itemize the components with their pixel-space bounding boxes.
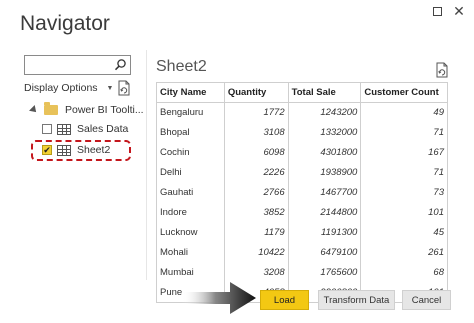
table-row: Lucknow 1179 1191300 45 bbox=[156, 222, 448, 243]
table-cell: 1179 bbox=[223, 222, 289, 243]
table-cell: 1191300 bbox=[287, 222, 362, 243]
table-row: Bhopal 3108 1332000 71 bbox=[156, 122, 448, 143]
table-row: Delhi 2226 1938900 71 bbox=[156, 162, 448, 183]
refresh-icon[interactable] bbox=[435, 62, 449, 78]
table-cell: 1938900 bbox=[287, 162, 362, 183]
load-button[interactable]: Load bbox=[260, 290, 309, 310]
tree-item-sales-data[interactable]: Sales Data bbox=[42, 123, 128, 135]
preview-table: City Name Quantity Total Sale Customer C… bbox=[156, 82, 448, 303]
table-cell: 2144800 bbox=[287, 202, 362, 223]
folder-icon bbox=[44, 102, 58, 115]
table-cell: 1243200 bbox=[287, 102, 362, 123]
table-cell: 71 bbox=[360, 122, 448, 143]
close-button[interactable]: ✕ bbox=[450, 3, 468, 19]
table-cell: 101 bbox=[360, 202, 448, 223]
sheet-icon bbox=[57, 123, 71, 135]
maximize-button[interactable] bbox=[428, 3, 446, 19]
search-input[interactable] bbox=[24, 55, 131, 75]
sales-data-checkbox[interactable] bbox=[42, 124, 52, 134]
table-cell: 2766 bbox=[223, 182, 289, 203]
table-row: Indore 3852 2144800 101 bbox=[156, 202, 448, 223]
expand-triangle-icon[interactable] bbox=[29, 105, 39, 115]
table-cell: 45 bbox=[360, 222, 448, 243]
table-cell: Cochin bbox=[156, 142, 225, 163]
table-row: Cochin 6098 4301800 167 bbox=[156, 142, 448, 163]
column-header: Customer Count bbox=[360, 82, 448, 103]
table-cell: 167 bbox=[360, 142, 448, 163]
column-header: City Name bbox=[156, 82, 225, 103]
column-header: Total Sale bbox=[287, 82, 362, 103]
cancel-button[interactable]: Cancel bbox=[402, 290, 451, 310]
selection-highlight bbox=[31, 140, 131, 161]
table-cell: 1332000 bbox=[287, 122, 362, 143]
table-cell: 10422 bbox=[223, 242, 289, 263]
table-cell: Bhopal bbox=[156, 122, 225, 143]
table-cell: 4301800 bbox=[287, 142, 362, 163]
table-cell: 6479100 bbox=[287, 242, 362, 263]
display-options-label: Display Options bbox=[24, 82, 98, 94]
table-cell: 3108 bbox=[223, 122, 289, 143]
table-cell: 3852 bbox=[223, 202, 289, 223]
table-row: Bengaluru 1772 1243200 49 bbox=[156, 102, 448, 123]
table-cell: 1765600 bbox=[287, 262, 362, 283]
table-cell: 68 bbox=[360, 262, 448, 283]
table-cell: Gauhati bbox=[156, 182, 225, 203]
search-icon[interactable] bbox=[113, 58, 127, 72]
tree-item-label: Sales Data bbox=[77, 123, 129, 135]
refresh-icon[interactable] bbox=[117, 80, 131, 96]
chevron-down-icon: ▼ bbox=[106, 84, 114, 92]
table-cell: Bengaluru bbox=[156, 102, 225, 123]
display-options-dropdown[interactable]: Display Options ▼ bbox=[24, 82, 113, 94]
preview-title: Sheet2 bbox=[156, 58, 207, 75]
table-cell: 261 bbox=[360, 242, 448, 263]
table-cell: 6098 bbox=[223, 142, 289, 163]
table-cell: Delhi bbox=[156, 162, 225, 183]
table-cell: 2226 bbox=[223, 162, 289, 183]
window-title: Navigator bbox=[20, 12, 110, 35]
transform-data-button[interactable]: Transform Data bbox=[318, 290, 395, 310]
table-cell: 1772 bbox=[223, 102, 289, 123]
table-row: Mohali 10422 6479100 261 bbox=[156, 242, 448, 263]
table-cell: Mohali bbox=[156, 242, 225, 263]
tree-folder[interactable]: Power BI Toolti... bbox=[29, 102, 144, 116]
tree-folder-label: Power BI Toolti... bbox=[65, 104, 144, 116]
table-cell: Lucknow bbox=[156, 222, 225, 243]
table-header-row: City Name Quantity Total Sale Customer C… bbox=[156, 82, 448, 103]
table-row: Gauhati 2766 1467700 73 bbox=[156, 182, 448, 203]
table-cell: Indore bbox=[156, 202, 225, 223]
panel-divider bbox=[146, 50, 147, 280]
table-cell: 73 bbox=[360, 182, 448, 203]
maximize-icon bbox=[432, 6, 442, 16]
table-cell: 1467700 bbox=[287, 182, 362, 203]
arrow-pointer-icon bbox=[182, 282, 256, 314]
column-header: Quantity bbox=[223, 82, 289, 103]
table-cell: 71 bbox=[360, 162, 448, 183]
table-cell: 49 bbox=[360, 102, 448, 123]
